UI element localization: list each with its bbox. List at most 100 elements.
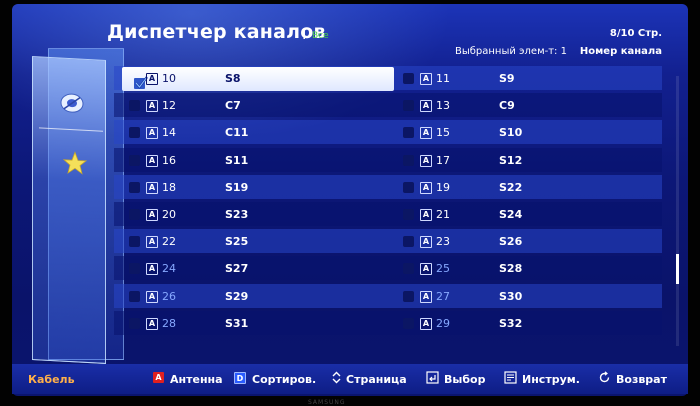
channel-item[interactable]: A 27 S30 [396, 285, 660, 309]
channel-row: A 24 S27 A 25 S28 [114, 256, 662, 281]
tv-frame: Диспетчер каналов I Все 8/10 Стр. Выбран… [0, 0, 700, 406]
channel-name: S10 [499, 126, 523, 140]
channel-number: 21 [436, 208, 450, 221]
channel-checkbox[interactable] [129, 127, 140, 139]
channel-item[interactable]: A 15 S10 [396, 121, 660, 145]
channel-item[interactable]: A 11 S9 [396, 67, 660, 91]
antenna-button[interactable]: Антенна [170, 373, 223, 386]
channel-item[interactable]: A 18 S19 [122, 176, 386, 200]
sort-button[interactable]: Сортиров. [252, 373, 316, 386]
selected-count: Выбранный элем-т: 1 [455, 46, 567, 57]
channel-item[interactable]: A 17 S12 [396, 149, 660, 173]
antenna-badge-icon: A [146, 127, 158, 140]
antenna-badge-icon: A [420, 263, 432, 276]
channel-item[interactable]: A 10 S8 [122, 67, 394, 91]
channel-number: 12 [162, 99, 176, 113]
channel-item[interactable]: A 24 S27 [122, 257, 386, 281]
channel-number: 23 [436, 235, 450, 249]
channel-name: C7 [225, 99, 241, 113]
channel-item[interactable]: A 25 S28 [396, 257, 660, 281]
channel-checkbox[interactable] [403, 127, 414, 139]
enter-icon [426, 371, 439, 384]
blue-key-icon[interactable]: D [234, 372, 246, 384]
channel-name: S8 [225, 72, 241, 85]
channel-item[interactable]: A 12 C7 [122, 94, 386, 118]
channel-row: A 20 S23 A 21 S24 [114, 202, 662, 226]
channel-item[interactable]: A 21 S24 [396, 203, 660, 227]
channel-checkbox[interactable] [129, 317, 140, 329]
channel-name: S31 [225, 316, 249, 330]
antenna-badge-icon: A [420, 236, 432, 249]
channel-checkbox[interactable] [403, 100, 414, 112]
channel-checkbox[interactable] [403, 236, 414, 248]
channel-item[interactable]: A 29 S32 [396, 312, 660, 336]
channel-name: S12 [499, 153, 523, 167]
channel-checkbox[interactable] [129, 154, 140, 166]
select-button[interactable]: Выбор [444, 373, 485, 386]
return-icon [599, 371, 610, 383]
channel-checkbox[interactable] [403, 73, 414, 84]
channel-item[interactable]: A 26 S29 [122, 285, 386, 309]
channel-checkbox[interactable] [129, 209, 140, 220]
channel-item[interactable]: A 14 C11 [122, 121, 386, 145]
channel-checkbox[interactable] [403, 317, 414, 329]
red-key-icon[interactable]: A [153, 372, 164, 383]
channel-number: 29 [436, 316, 450, 330]
channel-item[interactable]: A 23 S26 [396, 230, 660, 254]
channel-row: A 26 S29 A 27 S30 [114, 283, 662, 309]
channel-number: 15 [436, 126, 450, 140]
channel-row: A 12 C7 A 13 C9 [114, 93, 662, 118]
antenna-badge-icon: A [420, 290, 432, 303]
scrollbar-thumb[interactable] [676, 254, 679, 284]
channel-name: C11 [225, 126, 249, 140]
channel-number: 19 [436, 180, 450, 194]
channel-item[interactable]: A 28 S31 [122, 312, 386, 336]
channel-number: 20 [162, 208, 176, 221]
channel-checkbox[interactable] [403, 181, 414, 193]
channel-number: 18 [162, 180, 176, 194]
category-panel [30, 48, 124, 364]
channel-checkbox[interactable] [403, 290, 414, 302]
channel-row: A 22 S25 A 23 S26 [114, 229, 662, 254]
channel-checkbox[interactable] [129, 73, 148, 89]
scrollbar[interactable] [676, 76, 679, 346]
channel-checkbox[interactable] [129, 236, 140, 248]
channel-item[interactable]: A 13 C9 [396, 94, 660, 118]
channel-name: S26 [499, 235, 523, 249]
channel-checkbox[interactable] [129, 290, 140, 302]
channel-checkbox[interactable] [403, 154, 414, 166]
antenna-badge-icon: A [420, 127, 432, 140]
tools-button[interactable]: Инструм. [522, 373, 580, 386]
channel-number: 24 [162, 262, 176, 276]
channel-checkbox[interactable] [403, 263, 414, 275]
channel-row: A 10 S8 A 11 S9 [114, 66, 662, 91]
channel-number: 10 [162, 72, 176, 85]
channel-list: A 10 S8 A 11 S9 A 12 C7 A 13 C9 A 14 C11 A 15 S10 A 16 S11 A 1… [114, 66, 662, 344]
channel-name: S22 [499, 180, 523, 194]
channel-name: S29 [225, 289, 249, 303]
channel-checkbox[interactable] [129, 181, 140, 193]
channel-item[interactable]: A 19 S22 [396, 176, 660, 200]
channel-checkbox[interactable] [129, 263, 140, 275]
antenna-badge-icon: A [420, 317, 432, 330]
channel-checkbox[interactable] [403, 209, 414, 220]
channel-item[interactable]: A 22 S25 [122, 230, 386, 254]
channel-name: S19 [225, 180, 249, 194]
star-icon[interactable] [63, 151, 87, 176]
channel-item[interactable]: A 20 S23 [122, 203, 386, 227]
back-button[interactable]: Возврат [616, 373, 667, 386]
channel-number: 17 [436, 153, 450, 167]
channel-item[interactable]: A 16 S11 [122, 149, 386, 173]
antenna-badge-icon: A [420, 181, 432, 194]
page-button[interactable]: Страница [346, 373, 407, 386]
title-separator: I [302, 25, 307, 43]
channel-checkbox[interactable] [129, 100, 140, 112]
page-title: Диспетчер каналов [107, 21, 326, 43]
antenna-badge-icon: A [146, 263, 158, 276]
source-label[interactable]: Кабель [28, 373, 75, 386]
channel-name: S9 [499, 72, 515, 85]
channel-row: A 14 C11 A 15 S10 [114, 120, 662, 145]
satellite-icon[interactable] [59, 90, 85, 115]
up-down-icon [332, 371, 341, 384]
channel-number: 22 [162, 235, 176, 249]
